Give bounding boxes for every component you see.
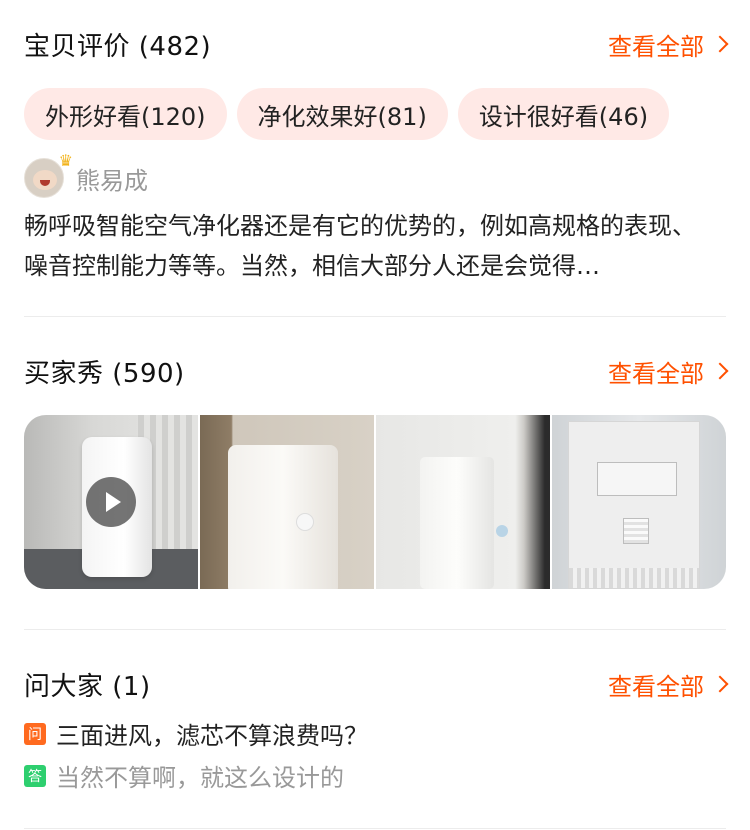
buyer-show-header: 买家秀 (590) 查看全部 <box>24 351 729 391</box>
chevron-right-icon <box>711 675 729 693</box>
answer-row: 答 当然不算啊，就这么设计的 <box>24 758 344 793</box>
review-text[interactable]: 畅呼吸智能空气净化器还是有它的优势的，例如高规格的表现、噪音控制能力等等。当然，… <box>24 206 714 286</box>
answer-text: 当然不算啊，就这么设计的 <box>56 764 344 792</box>
buyer-photo[interactable] <box>376 415 550 589</box>
divider <box>24 316 726 317</box>
review-tag[interactable]: 外形好看(120) <box>24 88 227 140</box>
divider <box>24 828 726 829</box>
avatar: ♛ <box>24 151 73 198</box>
ask-view-all-label: 查看全部 <box>608 672 704 701</box>
buyer-show-view-all-link[interactable]: 查看全部 <box>608 354 729 389</box>
buyer-show-view-all-label: 查看全部 <box>608 359 704 388</box>
review-tags: 外形好看(120) 净化效果好(81) 设计很好看(46) <box>24 88 670 140</box>
play-icon[interactable] <box>86 477 136 527</box>
reviewer: ♛ 熊易成 <box>24 151 148 198</box>
question-badge: 问 <box>24 722 46 745</box>
reviews-title: 宝贝评价 (482) <box>24 31 212 62</box>
answer-badge: 答 <box>24 764 46 787</box>
chevron-right-icon <box>711 35 729 53</box>
review-tag[interactable]: 设计很好看(46) <box>457 88 670 140</box>
reviews-view-all-link[interactable]: 查看全部 <box>608 27 729 62</box>
buyer-photo-video[interactable] <box>24 415 198 589</box>
divider <box>24 629 726 630</box>
ask-title: 问大家 (1) <box>24 671 151 702</box>
ask-header: 问大家 (1) 查看全部 <box>24 664 729 704</box>
reviews-view-all-label: 查看全部 <box>608 32 704 61</box>
buyer-photo[interactable] <box>200 415 374 589</box>
crown-icon: ♛ <box>58 151 73 170</box>
chevron-right-icon <box>711 362 729 380</box>
review-tag[interactable]: 净化效果好(81) <box>236 88 448 140</box>
reviewer-name: 熊易成 <box>76 166 148 195</box>
question-row[interactable]: 问 三面进风，滤芯不算浪费吗？ <box>24 716 368 751</box>
question-text: 三面进风，滤芯不算浪费吗？ <box>56 722 368 750</box>
buyer-show-title: 买家秀 (590) <box>24 358 185 389</box>
buyer-photo[interactable] <box>552 415 726 589</box>
reviews-header: 宝贝评价 (482) 查看全部 <box>24 24 729 64</box>
ask-view-all-link[interactable]: 查看全部 <box>608 667 729 702</box>
buyer-photos <box>24 415 726 589</box>
